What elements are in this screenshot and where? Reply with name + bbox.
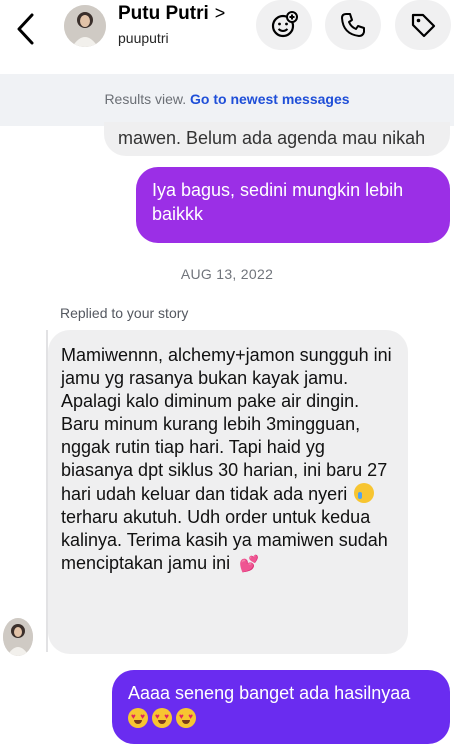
sender-avatar[interactable]	[3, 618, 33, 656]
chevron-right-icon: >	[214, 3, 226, 23]
phone-icon	[341, 13, 365, 37]
incoming-message[interactable]: Mamiwennn, alchemy+jamon sungguh ini jam…	[48, 330, 408, 654]
chevron-left-icon	[17, 13, 34, 45]
heart-eyes-emoji-icon: ♥ ♥	[176, 708, 196, 728]
tag-button[interactable]	[395, 0, 451, 50]
heart-eyes-emoji-icon: ♥ ♥	[128, 708, 148, 728]
effects-button[interactable]	[256, 0, 312, 50]
incoming-message-text-1: Mamiwennn, alchemy+jamon sungguh ini jam…	[61, 345, 392, 504]
outgoing-message[interactable]: Iya bagus, sedini mungkin lebih baikkk	[136, 167, 450, 243]
go-to-newest-link[interactable]: Go to newest messages	[190, 91, 350, 107]
replied-to-story-label: Replied to your story	[60, 305, 189, 321]
results-view-banner: Results view. Go to newest messages	[0, 74, 454, 126]
outgoing-message[interactable]: Aaaa seneng banget ada hasilnyaa ♥ ♥ ♥ ♥ ♥ ♥	[112, 670, 450, 744]
contact-username: puuputri	[118, 30, 169, 46]
sticker-smile-icon	[271, 11, 298, 38]
emoji-row: ♥ ♥ ♥ ♥ ♥ ♥	[128, 707, 436, 731]
date-separator: AUG 13, 2022	[180, 266, 274, 282]
heart-eyes-emoji-icon: ♥ ♥	[152, 708, 172, 728]
contact-name: Putu Putri	[118, 3, 209, 24]
tag-icon	[411, 13, 436, 38]
outgoing-message-text: Aaaa seneng banget ada hasilnyaa	[128, 683, 411, 703]
back-button[interactable]	[2, 5, 50, 53]
contact-avatar[interactable]	[64, 5, 106, 47]
incoming-message-text-2: terharu akutuh. Udh order untuk kedua ka…	[61, 506, 388, 573]
avatar-photo-icon	[64, 5, 106, 47]
avatar-photo-icon	[3, 618, 33, 656]
results-view-label: Results view.	[104, 91, 187, 107]
audio-call-button[interactable]	[325, 0, 381, 50]
chat-header: Putu Putri > puuputri	[0, 0, 454, 74]
contact-name-button[interactable]: Putu Putri >	[118, 3, 225, 25]
incoming-message-partial[interactable]: mawen. Belum ada agenda mau nikah	[104, 122, 450, 156]
two-hearts-icon: 💕	[239, 555, 260, 573]
crying-face-icon	[354, 482, 375, 503]
